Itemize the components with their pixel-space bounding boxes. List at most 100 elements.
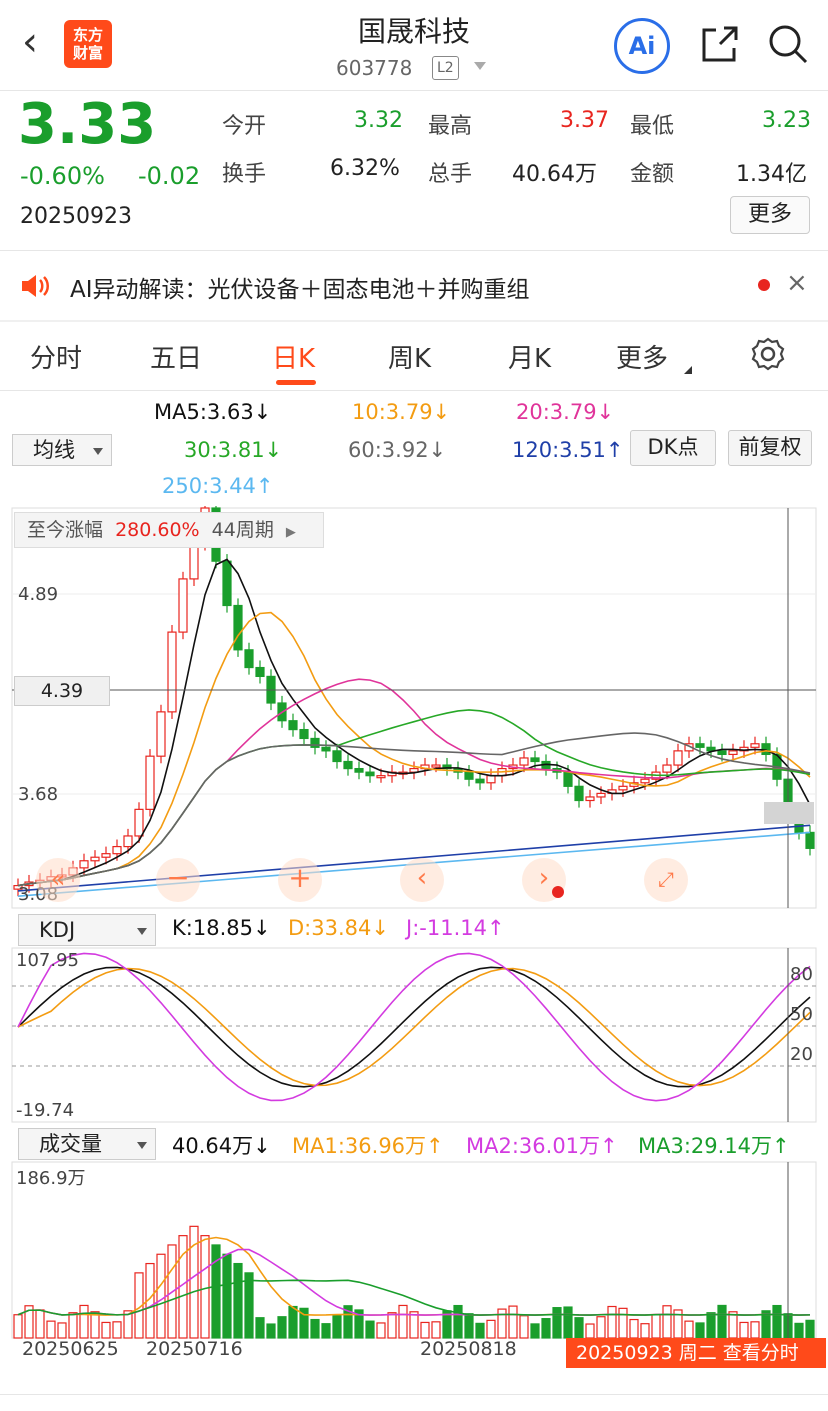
- ma10-value: 10:3.79↓: [352, 400, 451, 424]
- level-dropdown-icon[interactable]: [474, 62, 486, 70]
- crosshair-price-label: 4.39: [14, 676, 110, 706]
- candle-body: [112, 845, 122, 855]
- candle-body: [695, 743, 705, 748]
- candle-body: [596, 792, 606, 798]
- tab-wuri[interactable]: 五日: [150, 338, 202, 375]
- tab-monthly-k[interactable]: 月K: [508, 338, 551, 375]
- candle-body: [717, 750, 727, 756]
- volume-bar: [519, 1315, 529, 1339]
- dropdown-caret-icon: [137, 1142, 147, 1149]
- dk-point-button[interactable]: DK点: [630, 430, 716, 466]
- volume-bar: [794, 1322, 804, 1339]
- volume-ma3: MA3:29.14万↑: [638, 1134, 790, 1158]
- settings-gear-icon[interactable]: [750, 336, 786, 372]
- volume-bar: [750, 1321, 760, 1339]
- tab-weekly-k[interactable]: 周K: [388, 338, 431, 375]
- volume-selector[interactable]: 成交量: [18, 1128, 156, 1160]
- since-gain-bar[interactable]: 至今涨幅 280.60% 44周期 ▶: [14, 512, 324, 548]
- chevron-left-icon[interactable]: ‹: [400, 858, 444, 902]
- candle-body: [662, 764, 672, 773]
- volume-bar: [387, 1312, 397, 1339]
- candle-body: [178, 578, 188, 633]
- tab-more[interactable]: 更多: [616, 338, 668, 375]
- candle-body: [123, 835, 133, 848]
- volume-bar: [409, 1311, 419, 1339]
- since-gain-value: 280.60%: [115, 519, 200, 541]
- candle-body: [321, 746, 331, 752]
- volume-value: 40.64万: [512, 162, 597, 187]
- speaker-icon: [22, 275, 49, 297]
- kline-chart[interactable]: [0, 506, 828, 910]
- zoom-out-icon[interactable]: «: [36, 858, 80, 902]
- amount-value: 1.34亿: [736, 162, 807, 187]
- volume-chart[interactable]: [0, 1160, 828, 1340]
- ai-assistant-button[interactable]: Ai: [614, 18, 670, 74]
- candle-body: [332, 750, 342, 763]
- volume-bar: [288, 1305, 298, 1339]
- kdj-selector[interactable]: KDJ: [18, 914, 156, 946]
- view-intraday-badge[interactable]: 20250923 周二 查看分时: [566, 1338, 826, 1368]
- kdj-grid: [12, 985, 816, 1067]
- kline-ma-lines: [17, 558, 811, 898]
- kdj-level-20: 20: [790, 1044, 813, 1065]
- candle-body: [563, 771, 573, 787]
- candle-body: [673, 750, 683, 766]
- more-quote-button[interactable]: 更多: [730, 196, 810, 234]
- candle-body: [728, 750, 738, 756]
- amount-label: 金额: [630, 162, 675, 187]
- period-tabs: 分时 五日 日K 周K 月K 更多: [0, 322, 828, 390]
- active-tab-indicator: [276, 380, 316, 385]
- close-icon[interactable]: ×: [786, 268, 808, 298]
- volume-bar: [453, 1304, 463, 1339]
- kdj-chart[interactable]: [0, 946, 828, 1124]
- level-badge[interactable]: L2: [432, 56, 459, 80]
- candle-body: [761, 743, 771, 756]
- volume-bar: [486, 1319, 496, 1339]
- plus-icon[interactable]: +: [278, 858, 322, 902]
- header: ‹ 东方 财富 国晟科技 603778 L2 Ai: [0, 0, 828, 90]
- ma-line: [17, 678, 811, 887]
- high-value: 3.37: [560, 108, 609, 133]
- volume-selector-label: 成交量: [39, 1132, 102, 1156]
- fullscreen-icon[interactable]: ⤢: [644, 858, 688, 902]
- volume-value: 40.64万↓: [172, 1134, 271, 1158]
- volume-bar: [805, 1319, 815, 1339]
- date-label-1: 20250716: [146, 1338, 243, 1360]
- minus-icon[interactable]: −: [156, 858, 200, 902]
- ma-selector[interactable]: 均线: [12, 434, 112, 466]
- volume-bar: [629, 1318, 639, 1339]
- adjust-button[interactable]: 前复权: [728, 430, 812, 466]
- candle-body: [376, 775, 386, 779]
- volume-bar: [79, 1304, 89, 1339]
- share-icon[interactable]: [698, 22, 742, 66]
- kdj-tick-top: 107.95: [16, 950, 79, 971]
- candle-body: [486, 775, 496, 784]
- volume-bar: [90, 1311, 100, 1339]
- tab-daily-k[interactable]: 日K: [272, 338, 315, 375]
- volume-bar: [310, 1318, 320, 1339]
- search-icon[interactable]: [766, 22, 810, 66]
- volume-bar: [530, 1323, 540, 1339]
- ma5-value: MA5:3.63↓: [154, 400, 272, 424]
- volume-bar: [222, 1253, 232, 1339]
- kdj-selector-label: KDJ: [39, 918, 76, 942]
- turnover-label: 换手: [222, 162, 267, 187]
- candle-body: [574, 785, 584, 802]
- kline-candles: [13, 506, 815, 897]
- volume-bar: [255, 1317, 265, 1339]
- ma60-value: 60:3.92↓: [348, 438, 447, 462]
- candle-body: [640, 778, 650, 784]
- volume-bar: [376, 1322, 386, 1339]
- kdj-d: D:33.84↓: [288, 916, 389, 940]
- high-label: 最高: [428, 114, 473, 139]
- price-tick-2: 3.68: [18, 784, 59, 805]
- change-percent: -0.60%: [20, 162, 105, 190]
- ma20-value: 20:3.79↓: [516, 400, 615, 424]
- tab-fenshi[interactable]: 分时: [30, 338, 82, 375]
- ma120-value: 120:3.51↑: [512, 438, 624, 462]
- volume-bar: [420, 1321, 430, 1339]
- more-corner-icon: [684, 366, 692, 374]
- candle-body: [310, 737, 320, 748]
- ai-notice-bar[interactable]: AI异动解读：光伏设备＋固态电池＋并购重组: [0, 252, 828, 320]
- crosshair-marker: [764, 802, 814, 824]
